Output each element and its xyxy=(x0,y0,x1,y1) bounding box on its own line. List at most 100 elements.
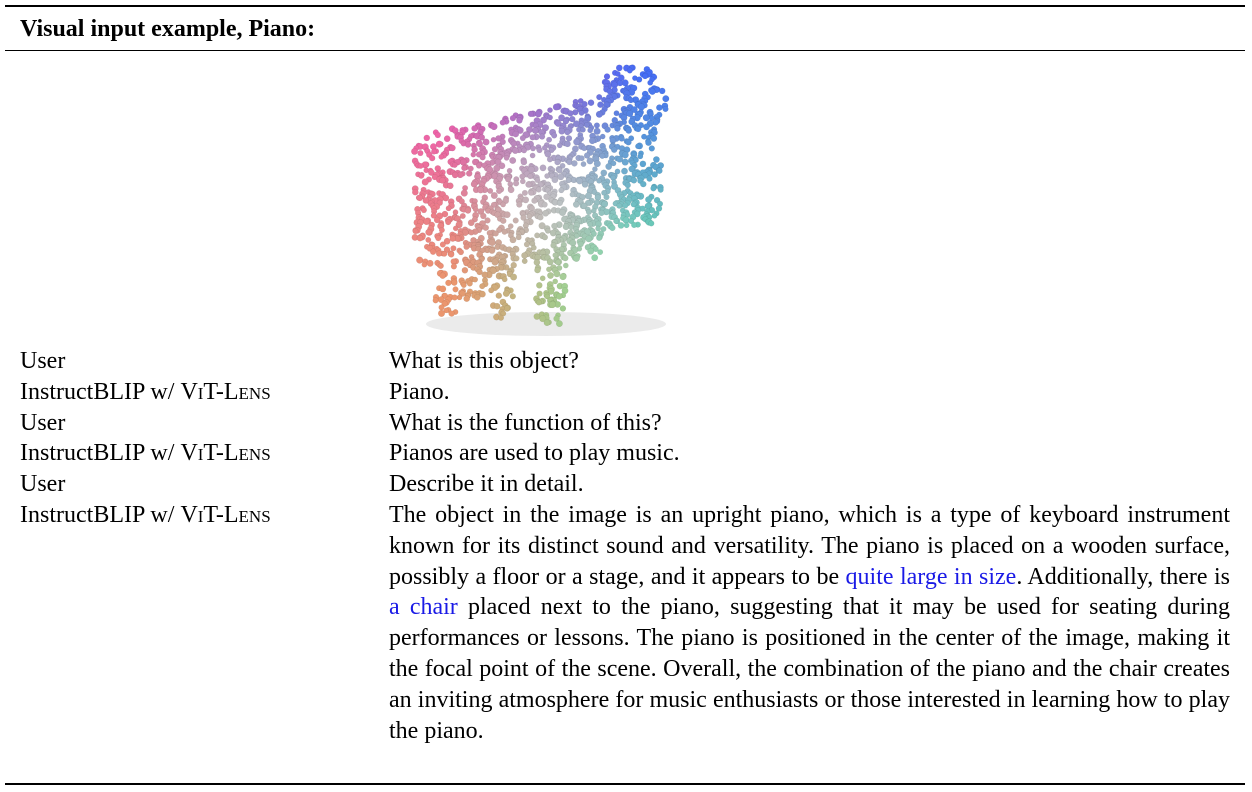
point xyxy=(426,259,434,267)
point xyxy=(554,159,561,166)
point xyxy=(481,271,489,279)
point xyxy=(595,225,601,232)
point xyxy=(491,145,499,153)
model-name: ViT-Lens xyxy=(180,440,271,467)
point xyxy=(593,160,601,168)
point xyxy=(471,146,478,153)
point xyxy=(651,212,658,219)
point xyxy=(464,207,472,214)
point xyxy=(521,147,527,154)
speaker-model: InstructBLIP w/ ViT-Lens xyxy=(20,500,389,746)
point xyxy=(416,194,423,202)
point xyxy=(522,196,530,204)
point xyxy=(578,110,585,116)
point xyxy=(443,135,451,143)
point xyxy=(460,282,467,288)
point xyxy=(562,223,570,231)
point xyxy=(519,135,526,142)
point xyxy=(490,136,497,143)
point xyxy=(510,140,517,147)
point xyxy=(637,153,644,160)
point xyxy=(445,279,452,287)
point xyxy=(591,254,599,262)
point xyxy=(581,145,588,152)
point xyxy=(445,219,452,226)
point xyxy=(429,155,436,162)
point xyxy=(512,217,519,224)
point xyxy=(559,273,567,281)
point xyxy=(572,254,580,262)
point xyxy=(501,276,508,283)
point xyxy=(473,293,481,301)
dialogue-row: InstructBLIP w/ ViT-Lens Pianos are used… xyxy=(20,438,1230,469)
point xyxy=(554,259,562,266)
point xyxy=(552,103,560,111)
point xyxy=(613,110,620,117)
speaker-user: User xyxy=(20,471,66,498)
point xyxy=(544,173,550,179)
point xyxy=(464,141,472,148)
point xyxy=(562,254,569,262)
point xyxy=(526,213,533,220)
point xyxy=(500,217,507,224)
point xyxy=(556,199,564,207)
point xyxy=(412,188,419,196)
point xyxy=(516,117,523,124)
point xyxy=(412,228,419,235)
speaker-user: User xyxy=(20,348,66,374)
point xyxy=(596,177,602,184)
point xyxy=(439,272,446,279)
point xyxy=(553,270,561,278)
point xyxy=(500,201,506,208)
point xyxy=(597,249,604,256)
point xyxy=(643,123,650,131)
point xyxy=(645,196,653,204)
point xyxy=(421,261,428,268)
point xyxy=(499,119,506,126)
point xyxy=(449,144,456,152)
point xyxy=(555,320,563,328)
point xyxy=(536,147,543,154)
point xyxy=(516,201,523,208)
point xyxy=(448,251,455,258)
point xyxy=(488,287,495,294)
point xyxy=(534,266,541,274)
message-text: What is the function of this? xyxy=(389,409,662,436)
point xyxy=(457,249,464,256)
point xyxy=(640,180,647,188)
point xyxy=(541,234,548,241)
model-prefix: InstructBLIP w/ xyxy=(20,501,181,528)
point xyxy=(585,235,593,243)
point xyxy=(609,224,616,232)
point xyxy=(635,143,641,150)
point xyxy=(539,164,547,172)
point xyxy=(536,282,543,289)
point xyxy=(641,73,649,80)
point xyxy=(420,207,427,214)
message-segment: . Additionally, there is xyxy=(1016,563,1231,590)
point xyxy=(598,209,605,217)
point xyxy=(510,273,518,281)
point xyxy=(501,228,508,235)
point xyxy=(513,255,520,262)
dialogue-row: User What is this object? xyxy=(20,346,1230,377)
point xyxy=(479,283,486,290)
point xyxy=(542,209,549,217)
point xyxy=(488,247,496,254)
point xyxy=(571,160,578,167)
point xyxy=(646,175,653,182)
dialogue-row: User Describe it in detail. xyxy=(20,469,1230,500)
model-name: ViT-Lens xyxy=(180,378,271,405)
point xyxy=(519,173,526,180)
point xyxy=(634,125,642,133)
point xyxy=(547,272,554,279)
point xyxy=(463,243,470,250)
point xyxy=(439,285,447,293)
point xyxy=(596,234,603,241)
point xyxy=(623,222,630,229)
point xyxy=(425,228,432,236)
point xyxy=(438,227,445,234)
point xyxy=(448,310,455,317)
model-name: ViT-Lens xyxy=(180,501,271,528)
point xyxy=(613,218,619,224)
